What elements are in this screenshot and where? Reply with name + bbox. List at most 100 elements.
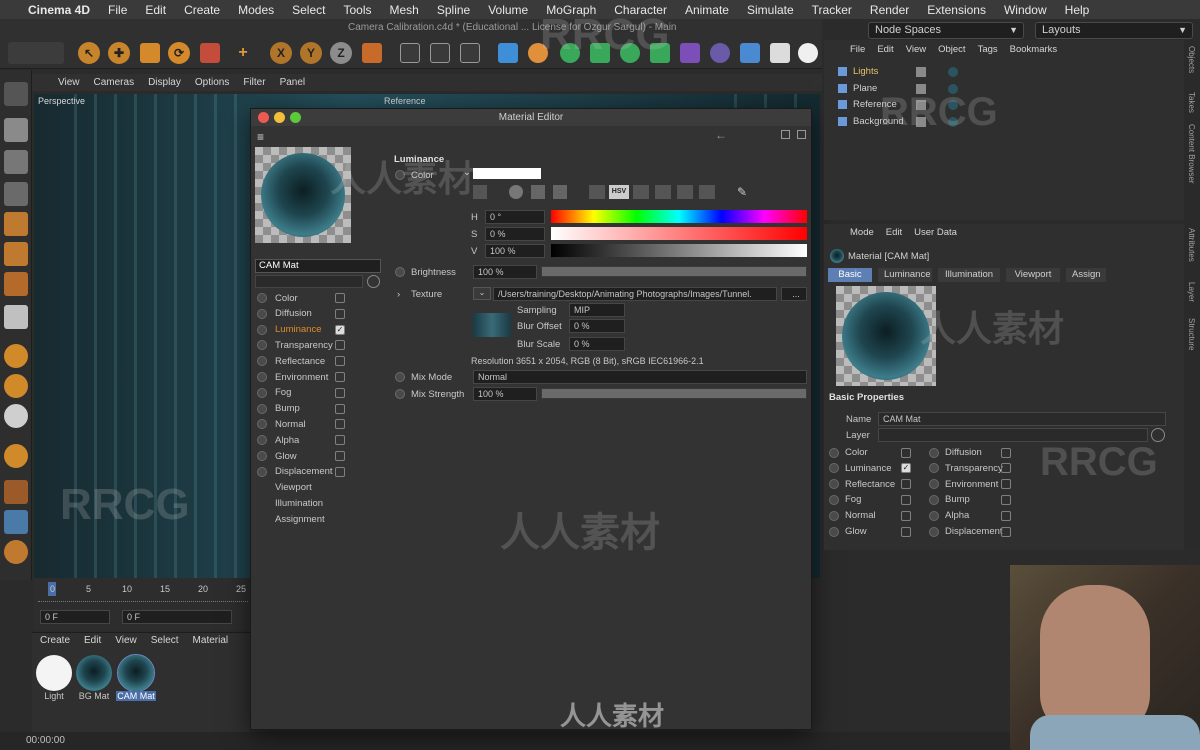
snap-settings-icon[interactable]	[4, 374, 28, 398]
color-animate-dot[interactable]	[395, 170, 405, 180]
channel-environment[interactable]: Environment	[257, 370, 353, 384]
attr-channel-animate-dot[interactable]	[829, 510, 839, 521]
objmgr-menu-tags[interactable]: Tags	[978, 44, 998, 55]
matmgr-menu-create[interactable]: Create	[40, 635, 70, 646]
attr-channel-checkbox[interactable]	[1001, 494, 1011, 505]
current-frame-field[interactable]: 0 F	[122, 610, 232, 624]
workplane-icon[interactable]	[4, 510, 28, 534]
material-swatch-cam-mat[interactable]	[117, 654, 155, 692]
attr-channel-checkbox[interactable]	[1001, 510, 1011, 521]
attr-channel-checkbox[interactable]: ✓	[901, 463, 911, 474]
attr-channel-bump[interactable]: Bump	[929, 494, 1011, 505]
h-field[interactable]: 0 °	[485, 210, 545, 224]
menu-spline[interactable]: Spline	[437, 3, 470, 17]
channel-transparency[interactable]: Transparency	[257, 338, 353, 352]
layer-pick-icon[interactable]	[1151, 428, 1165, 442]
texture-browse-button[interactable]: ...	[781, 287, 807, 301]
attr-channel-checkbox[interactable]	[901, 447, 911, 458]
attr-channel-fog[interactable]: Fog	[829, 494, 911, 505]
mix-strength-field[interactable]: 100 %	[473, 387, 537, 401]
channel-normal[interactable]: Normal	[257, 417, 353, 431]
axis-mode-icon[interactable]	[4, 305, 28, 329]
channel-checkbox[interactable]	[335, 340, 345, 351]
attr-tab-basic[interactable]: Basic	[828, 268, 872, 282]
channel-diffusion[interactable]: Diffusion	[257, 307, 353, 321]
menu-help[interactable]: Help	[1065, 3, 1090, 17]
attr-channel-color[interactable]: Color	[829, 447, 911, 458]
attr-channel-animate-dot[interactable]	[929, 463, 939, 474]
attr-tab-luminance[interactable]: Luminance	[878, 268, 932, 282]
texture-expand-icon[interactable]: ›	[397, 289, 400, 300]
attr-tab-illumination[interactable]: Illumination	[938, 268, 1000, 282]
menu-simulate[interactable]: Simulate	[747, 3, 794, 17]
viewport-menu-options[interactable]: Options	[195, 77, 229, 88]
attr-channel-diffusion[interactable]: Diffusion	[929, 447, 1011, 458]
attr-channel-animate-dot[interactable]	[829, 463, 839, 474]
undo-redo-group[interactable]	[8, 42, 64, 64]
material-swatch-light[interactable]	[36, 655, 72, 691]
matmgr-menu-material[interactable]: Material	[193, 635, 229, 646]
array-icon[interactable]	[620, 43, 640, 63]
attrmgr-menu-edit[interactable]: Edit	[886, 227, 902, 238]
name-field[interactable]: CAM Mat	[878, 412, 1166, 426]
side-tab-attributes[interactable]: Attributes	[1187, 228, 1196, 262]
material-tag-icon[interactable]	[948, 83, 958, 94]
objmgr-menu-bookmarks[interactable]: Bookmarks	[1010, 44, 1058, 55]
visibility-toggle-icon[interactable]	[916, 83, 926, 94]
side-tab-structure[interactable]: Structure	[1187, 318, 1196, 350]
cloner-icon[interactable]	[590, 43, 610, 63]
object-row[interactable]: Lights	[838, 64, 878, 79]
color-mixer-icon[interactable]	[553, 185, 567, 199]
material-type-dropdown[interactable]	[255, 275, 363, 288]
points-mode-icon[interactable]	[4, 212, 28, 236]
viewport-menu-view[interactable]: View	[58, 77, 80, 88]
channel-illumination[interactable]: Illumination	[257, 496, 353, 510]
attr-channel-checkbox[interactable]	[1001, 479, 1011, 490]
visibility-toggle-icon[interactable]	[916, 67, 926, 77]
visibility-toggle-icon[interactable]	[916, 116, 926, 127]
attr-channel-displacement[interactable]: Displacement	[929, 526, 1011, 537]
channel-animate-dot[interactable]	[257, 324, 267, 335]
axis-x-button[interactable]: X	[270, 42, 292, 64]
material-preview[interactable]	[255, 147, 351, 243]
blur-scale-field[interactable]: 0 %	[569, 337, 625, 351]
slider-mode-icon[interactable]	[655, 185, 671, 199]
objmgr-menu-object[interactable]: Object	[938, 44, 965, 55]
channel-assignment[interactable]: Assignment	[257, 512, 353, 526]
recent-tools-icon[interactable]	[200, 43, 220, 63]
eyedropper-icon[interactable]: ✎	[737, 185, 747, 199]
swatches-icon[interactable]	[699, 185, 715, 199]
channel-animate-dot[interactable]	[257, 356, 267, 367]
matmgr-menu-select[interactable]: Select	[151, 635, 179, 646]
channel-fog[interactable]: Fog	[257, 386, 353, 400]
channel-bump[interactable]: Bump	[257, 402, 353, 416]
menu-edit[interactable]: Edit	[145, 3, 166, 17]
mix-mode-animate-dot[interactable]	[395, 372, 405, 382]
channel-checkbox[interactable]	[335, 356, 345, 367]
attr-tab-assign[interactable]: Assign	[1066, 268, 1106, 282]
attr-channel-animate-dot[interactable]	[829, 494, 839, 505]
channel-animate-dot[interactable]	[257, 451, 267, 461]
material-tag-icon[interactable]	[948, 67, 958, 77]
attr-channel-checkbox[interactable]	[1001, 447, 1011, 458]
select-tool-icon[interactable]: ↖	[78, 42, 100, 64]
channel-animate-dot[interactable]	[257, 308, 267, 319]
camera-icon[interactable]	[770, 43, 790, 63]
layouts-dropdown[interactable]: Layouts ▼	[1035, 22, 1193, 39]
lock-icon[interactable]	[781, 130, 790, 139]
material-name-input[interactable]: CAM Mat	[255, 259, 381, 273]
matmgr-menu-edit[interactable]: Edit	[84, 635, 101, 646]
model-mode-icon[interactable]	[4, 118, 28, 142]
mix-mode-dropdown[interactable]: Normal	[473, 370, 807, 384]
channel-checkbox[interactable]	[335, 308, 345, 319]
coordinate-system-icon[interactable]	[362, 43, 382, 63]
rgb-mode-icon[interactable]	[589, 185, 605, 199]
menu-tracker[interactable]: Tracker	[812, 3, 852, 17]
menu-mograph[interactable]: MoGraph	[546, 3, 596, 17]
snap-icon[interactable]	[4, 344, 28, 368]
object-row[interactable]: Reference	[838, 97, 897, 112]
texture-thumbnail[interactable]	[473, 313, 511, 337]
mix-strength-slider[interactable]	[541, 388, 807, 399]
brightness-field[interactable]: 100 %	[473, 265, 537, 279]
channel-checkbox[interactable]	[335, 466, 345, 477]
